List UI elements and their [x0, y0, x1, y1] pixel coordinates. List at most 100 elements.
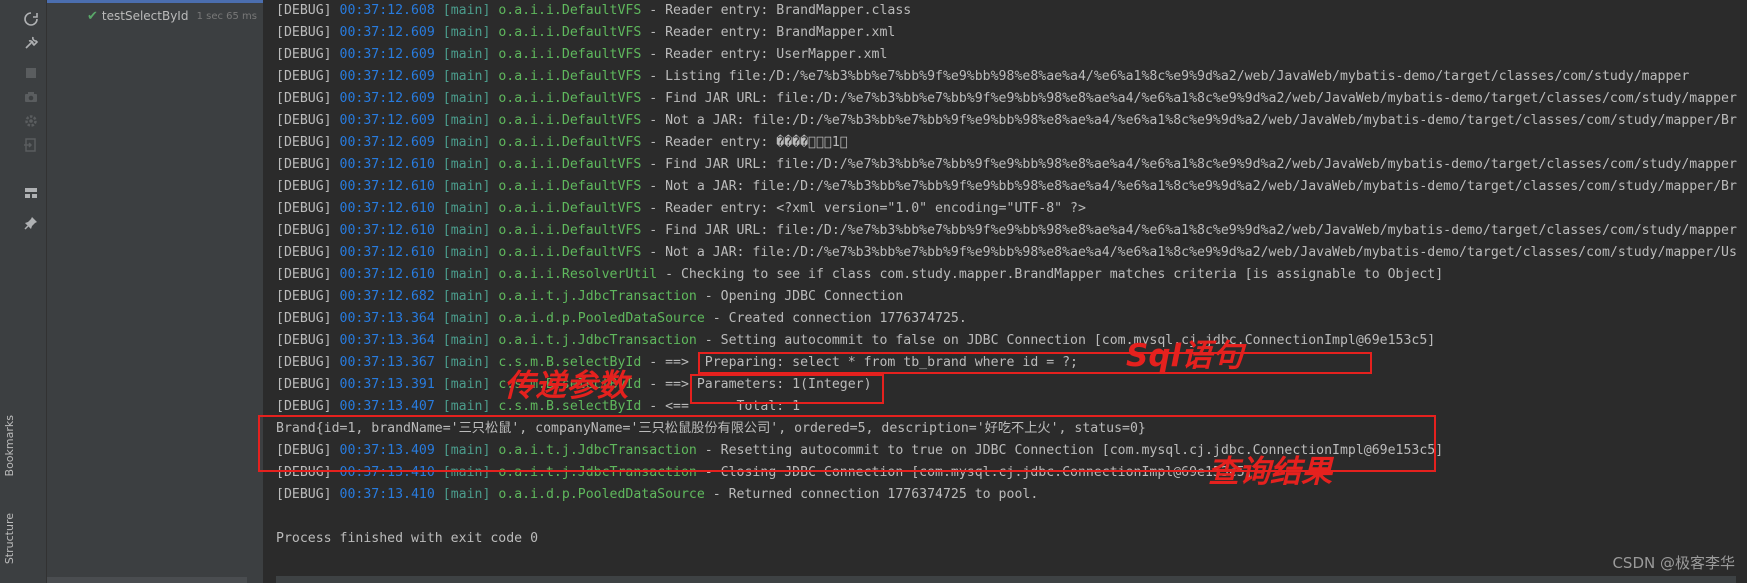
log-level: [DEBUG] [276, 179, 332, 194]
log-thread: [main] [442, 135, 491, 150]
log-message: - Reader entry: <?xml version="1.0" enco… [641, 201, 1086, 216]
log-logger: o.a.i.d.p.PooledDataSource [498, 487, 705, 502]
log-level: [DEBUG] [276, 3, 332, 18]
log-level: [DEBUG] [276, 47, 332, 62]
log-timestamp: 00:37:12.609 [339, 69, 435, 84]
console-horizontal-scrollbar[interactable] [276, 576, 1736, 583]
log-line: [DEBUG] 00:37:13.410 [main] o.a.i.d.p.Po… [276, 484, 1038, 506]
test-item[interactable]: ✔ testSelectById 1 sec 65 ms [87, 6, 263, 26]
log-thread: [main] [442, 333, 491, 348]
log-level: [DEBUG] [276, 69, 332, 84]
log-timestamp: 00:37:12.682 [339, 289, 435, 304]
log-timestamp: 00:37:12.610 [339, 223, 435, 238]
log-message: - Reader entry: ����   1  [641, 135, 848, 150]
log-message: - Find JAR URL: file:/D:/%e7%b3%bb%e7%bb… [641, 223, 1737, 238]
log-message: - Not a JAR: file:/D:/%e7%b3%bb%e7%bb%9f… [641, 113, 1737, 128]
log-line: [DEBUG] 00:37:12.682 [main] o.a.i.t.j.Jd… [276, 286, 903, 308]
log-logger: o.a.i.t.j.JdbcTransaction [498, 289, 697, 304]
bookmarks-tab-label: Bookmarks [2, 415, 16, 477]
log-line: [DEBUG] 00:37:12.610 [main] o.a.i.i.Defa… [276, 154, 1737, 176]
tree-horizontal-scrollbar[interactable] [47, 577, 247, 583]
log-timestamp: 00:37:12.609 [339, 47, 435, 62]
log-line: [DEBUG] 00:37:12.609 [main] o.a.i.i.Defa… [276, 66, 1689, 88]
log-level: [DEBUG] [276, 355, 332, 370]
stop-icon[interactable] [22, 64, 40, 82]
log-thread: [main] [442, 223, 491, 238]
log-thread: [main] [442, 91, 491, 106]
log-message: - Returned connection 1776374725 to pool… [704, 487, 1039, 502]
pin-icon[interactable] [22, 214, 40, 232]
log-line: [DEBUG] 00:37:12.610 [main] o.a.i.i.Reso… [276, 264, 1443, 286]
log-timestamp: 00:37:12.610 [339, 179, 435, 194]
log-line: [DEBUG] 00:37:12.610 [main] o.a.i.i.Defa… [276, 220, 1737, 242]
log-message: - Not a JAR: file:/D:/%e7%b3%bb%e7%bb%9f… [641, 245, 1737, 260]
log-timestamp: 00:37:13.364 [339, 311, 435, 326]
log-message: - Reader entry: UserMapper.xml [641, 47, 888, 62]
structure-tab-label: Structure [2, 513, 16, 565]
log-thread: [main] [442, 69, 491, 84]
log-message: - Created connection 1776374725. [704, 311, 967, 326]
log-logger: o.a.i.i.DefaultVFS [498, 3, 642, 18]
log-message: Process finished with exit code 0 [276, 531, 539, 546]
log-line: [DEBUG] 00:37:12.609 [main] o.a.i.i.Defa… [276, 44, 887, 66]
console-output[interactable]: [DEBUG] 00:37:12.608 [main] o.a.i.i.Defa… [258, 0, 1747, 583]
log-line: Process finished with exit code 0 [276, 528, 538, 550]
bookmarks-tab[interactable]: Bookmarks [0, 405, 18, 487]
log-message: - Checking to see if class com.study.map… [657, 267, 1444, 282]
log-thread: [main] [442, 113, 491, 128]
log-level: [DEBUG] [276, 487, 332, 502]
log-thread: [main] [442, 487, 491, 502]
log-logger: o.a.i.i.DefaultVFS [498, 135, 642, 150]
log-timestamp: 00:37:12.609 [339, 91, 435, 106]
log-level: [DEBUG] [276, 223, 332, 238]
log-thread: [main] [442, 267, 491, 282]
log-thread: [main] [442, 399, 491, 414]
log-logger: o.a.i.t.j.JdbcTransaction [498, 333, 697, 348]
log-message: - Not a JAR: file:/D:/%e7%b3%bb%e7%bb%9f… [641, 179, 1737, 194]
log-message: - Opening JDBC Connection [696, 289, 904, 304]
log-timestamp: 00:37:12.608 [339, 3, 435, 18]
log-timestamp: 00:37:12.610 [339, 267, 435, 282]
log-level: [DEBUG] [276, 267, 332, 282]
log-line: [DEBUG] 00:37:12.610 [main] o.a.i.i.Defa… [276, 242, 1737, 264]
log-message: - Find JAR URL: file:/D:/%e7%b3%bb%e7%bb… [641, 91, 1737, 106]
log-thread: [main] [442, 289, 491, 304]
log-thread: [main] [442, 201, 491, 216]
log-logger: o.a.i.i.DefaultVFS [498, 113, 642, 128]
annotation-params: 传递参数 [504, 368, 628, 404]
log-level: [DEBUG] [276, 245, 332, 260]
log-level: [DEBUG] [276, 113, 332, 128]
log-line: [DEBUG] 00:37:12.610 [main] o.a.i.i.Defa… [276, 176, 1737, 198]
log-thread: [main] [442, 311, 491, 326]
annotation-sql: Sql语句 [1126, 338, 1244, 374]
structure-tab[interactable]: Structure [0, 505, 18, 573]
log-line: [DEBUG] 00:37:12.609 [main] o.a.i.i.Defa… [276, 22, 895, 44]
selected-row-highlight [47, 0, 263, 3]
log-logger: o.a.i.i.DefaultVFS [498, 69, 642, 84]
passed-check-icon: ✔ [87, 8, 98, 24]
log-thread: [main] [442, 47, 491, 62]
log-logger: o.a.i.i.DefaultVFS [498, 223, 642, 238]
log-message: - Listing file:/D:/%e7%b3%bb%e7%bb%9f%e9… [641, 69, 1690, 84]
log-logger: o.a.i.i.ResolverUtil [498, 267, 658, 282]
exit-icon[interactable] [22, 136, 40, 154]
log-message: - Reader entry: BrandMapper.xml [641, 25, 896, 40]
log-level: [DEBUG] [276, 399, 332, 414]
log-timestamp: 00:37:13.410 [339, 487, 435, 502]
rerun-icon[interactable] [22, 10, 40, 28]
log-thread: [main] [442, 25, 491, 40]
log-line: [DEBUG] 00:37:13.364 [main] o.a.i.t.j.Jd… [276, 330, 1435, 352]
gear-icon[interactable] [22, 112, 40, 130]
log-line: [DEBUG] 00:37:12.610 [main] o.a.i.i.Defa… [276, 198, 1086, 220]
log-timestamp: 00:37:13.407 [339, 399, 435, 414]
layout-icon[interactable] [22, 184, 40, 202]
log-logger: o.a.i.i.DefaultVFS [498, 25, 642, 40]
wrench-icon[interactable] [22, 34, 40, 52]
log-line: [DEBUG] 00:37:12.609 [main] o.a.i.i.Defa… [276, 110, 1737, 132]
sql-highlight-box [698, 352, 1372, 374]
log-message: - Setting autocommit to false on JDBC Co… [696, 333, 1436, 348]
log-thread: [main] [442, 377, 491, 392]
log-logger: o.a.i.i.DefaultVFS [498, 245, 642, 260]
camera-icon[interactable] [22, 88, 40, 106]
log-message: - Reader entry: BrandMapper.class [641, 3, 912, 18]
